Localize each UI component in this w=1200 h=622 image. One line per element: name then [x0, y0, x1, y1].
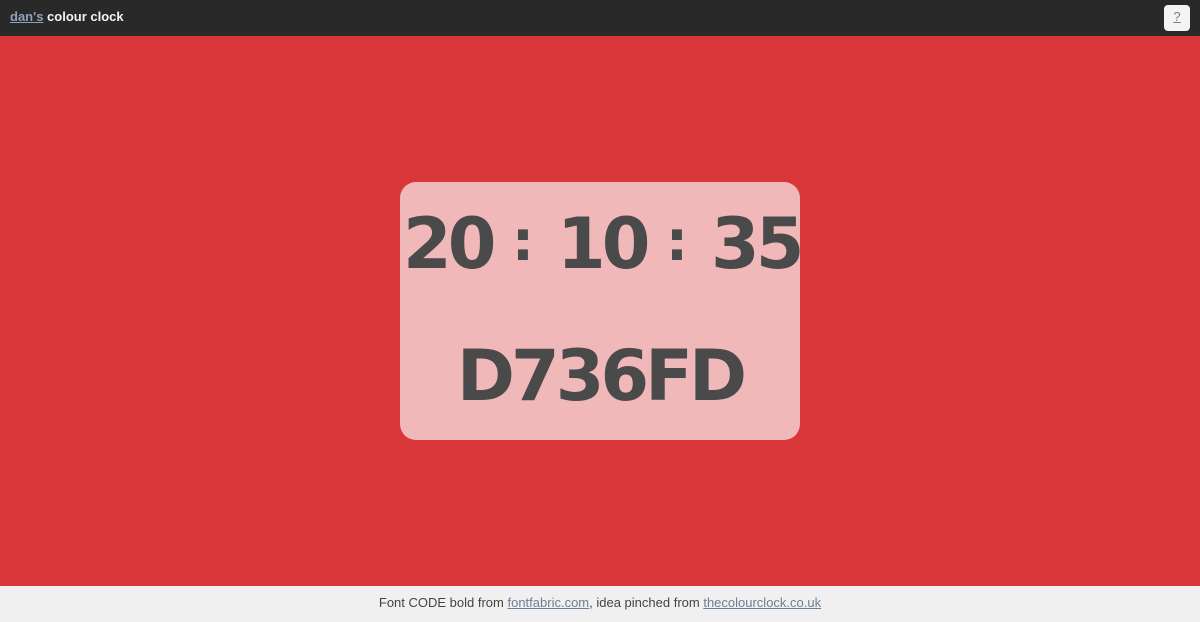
brand-title: dan's colour clock [10, 10, 124, 24]
top-bar: dan's colour clock ? [0, 0, 1200, 36]
brand-title-text: colour clock [43, 9, 124, 24]
fontfabric-link[interactable]: fontfabric.com [507, 595, 589, 610]
hours: 20 [403, 203, 496, 285]
minutes: 10 [557, 203, 650, 285]
time-display: 20 : 10 : 35 [400, 202, 804, 286]
seconds: 35 [711, 203, 804, 285]
time-separator: : [665, 209, 689, 274]
time-separator: : [511, 209, 535, 274]
thecolourclock-link[interactable]: thecolourclock.co.uk [703, 595, 821, 610]
clock-card: 20 : 10 : 35 D736FD [400, 182, 804, 440]
footer-text: , idea pinched from [589, 595, 704, 610]
hex-colour-code: D736FD [456, 335, 747, 417]
colour-background: 20 : 10 : 35 D736FD [0, 36, 1200, 586]
footer: Font CODE bold from fontfabric.com, idea… [0, 586, 1200, 622]
help-button[interactable]: ? [1164, 5, 1190, 31]
footer-text: Font CODE bold from [378, 595, 508, 610]
brand-link[interactable]: dan's [10, 9, 43, 24]
